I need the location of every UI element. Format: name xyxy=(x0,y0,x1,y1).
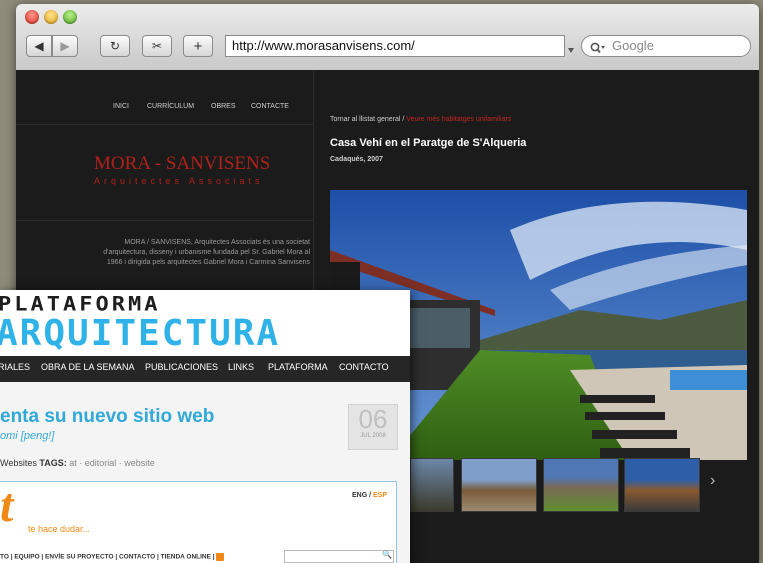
project-subtitle: Cadaqués, 2007 xyxy=(330,156,383,163)
forward-button[interactable]: ▶ xyxy=(52,35,78,57)
tags-values[interactable]: at · editorial · website xyxy=(69,458,155,468)
add-bookmark-button[interactable]: + xyxy=(183,35,213,57)
date-month: JUL 2008 xyxy=(360,433,386,439)
close-window-button[interactable] xyxy=(25,10,39,24)
zoom-window-button[interactable] xyxy=(63,10,77,24)
article-tags: Websites TAGS: at · editorial · website xyxy=(0,458,155,468)
date-day: 06 xyxy=(358,404,388,434)
scissors-icon: ✂ xyxy=(151,39,163,53)
preview-search-input[interactable]: 🔍 xyxy=(284,550,394,563)
minimize-window-button[interactable] xyxy=(44,10,58,24)
breadcrumb: Tornar al llistat general / Veure més ha… xyxy=(330,116,511,123)
plataforma-header: PLATAFORMA ARQUITECTURA xyxy=(0,290,410,356)
back-arrow-icon: ◀ xyxy=(34,39,44,53)
plataforma-article: enta su nuevo sitio web omi [peng!] Webs… xyxy=(0,382,410,563)
article-author[interactable]: omi [peng!] xyxy=(0,430,54,442)
article-headline[interactable]: enta su nuevo sitio web xyxy=(0,406,214,428)
date-badge: 06 JUL 2008 xyxy=(348,404,398,450)
search-field[interactable]: Google xyxy=(581,35,751,57)
project-title: Casa Vehí en el Paratge de S'Alqueria xyxy=(330,137,527,149)
nav-contacto[interactable]: CONTACTO xyxy=(339,362,389,372)
plataforma-window: PLATAFORMA ARQUITECTURA RIALES OBRA DE L… xyxy=(0,290,410,563)
plataforma-nav: RIALES OBRA DE LA SEMANA PUBLICACIONES L… xyxy=(0,356,410,382)
breadcrumb-current-link[interactable]: Veure més habitatges unifamiliars xyxy=(406,116,511,123)
thumbnail[interactable] xyxy=(461,458,537,512)
search-icon xyxy=(590,40,606,60)
back-button[interactable]: ◀ xyxy=(26,35,52,57)
browser-toolbar: ◀ ▶ ↻ ✂ + http://www.morasanvisens.com/ … xyxy=(16,4,759,71)
lang-esp-link[interactable]: ESP xyxy=(373,492,387,499)
thumbnail[interactable] xyxy=(624,458,700,512)
breadcrumb-back-link[interactable]: Tornar al llistat general / xyxy=(330,116,404,123)
thumbnail[interactable] xyxy=(543,458,619,512)
divider xyxy=(16,220,313,221)
preview-logo-letter: t xyxy=(0,479,14,532)
article-category[interactable]: Websites xyxy=(0,458,37,468)
intro-text: MORA / SANVISENS, Arquitectes Associats … xyxy=(103,239,310,266)
brand-subtitle: Arquitectes Associats xyxy=(94,176,264,186)
nav-plataforma[interactable]: PLATAFORMA xyxy=(268,362,328,372)
nav-obra-de-la-semana[interactable]: OBRA DE LA SEMANA xyxy=(41,362,135,372)
brand-logo[interactable]: MORA - SANVISENS xyxy=(94,153,270,175)
preview-nav-links[interactable]: TO | EQUIPO | ENVÍE SU PROYECTO | CONTAC… xyxy=(0,554,215,561)
nav-curriculum[interactable]: CURRÍCULUM xyxy=(147,103,194,110)
search-placeholder: Google xyxy=(612,38,654,53)
snip-button[interactable]: ✂ xyxy=(142,35,172,57)
search-icon[interactable]: 🔍 xyxy=(382,550,392,559)
thumbnails-next-icon[interactable]: › xyxy=(710,472,715,490)
lang-eng-link[interactable]: ENG / xyxy=(352,492,371,499)
rss-icon[interactable] xyxy=(216,553,225,561)
url-text: http://www.morasanvisens.com/ xyxy=(232,38,415,53)
forward-arrow-icon: ▶ xyxy=(60,39,70,53)
embedded-site-preview: t te hace dudar... ENG / ESP TO | EQUIPO… xyxy=(0,479,397,563)
reload-button[interactable]: ↻ xyxy=(100,35,130,57)
preview-tagline: te hace dudar... xyxy=(28,524,91,534)
language-switcher: ENG / ESP xyxy=(352,492,387,499)
plataforma-logo-bottom[interactable]: ARQUITECTURA xyxy=(0,314,280,354)
nav-links[interactable]: LINKS xyxy=(228,362,254,372)
nav-editoriales[interactable]: RIALES xyxy=(0,362,30,372)
plus-icon: + xyxy=(193,37,203,55)
reload-icon: ↻ xyxy=(109,39,121,53)
tags-label: TAGS: xyxy=(39,458,67,468)
nav-inici[interactable]: INICI xyxy=(113,103,129,110)
url-dropdown-icon[interactable] xyxy=(567,41,575,53)
nav-obres[interactable]: OBRES xyxy=(211,103,236,110)
preview-nav: TO | EQUIPO | ENVÍE SU PROYECTO | CONTAC… xyxy=(0,553,225,561)
address-bar[interactable]: http://www.morasanvisens.com/ xyxy=(225,35,565,57)
nav-contacte[interactable]: CONTACTE xyxy=(251,103,289,110)
divider xyxy=(16,124,313,125)
thumbnail[interactable] xyxy=(410,458,454,512)
nav-publicaciones[interactable]: PUBLICACIONES xyxy=(145,362,218,372)
